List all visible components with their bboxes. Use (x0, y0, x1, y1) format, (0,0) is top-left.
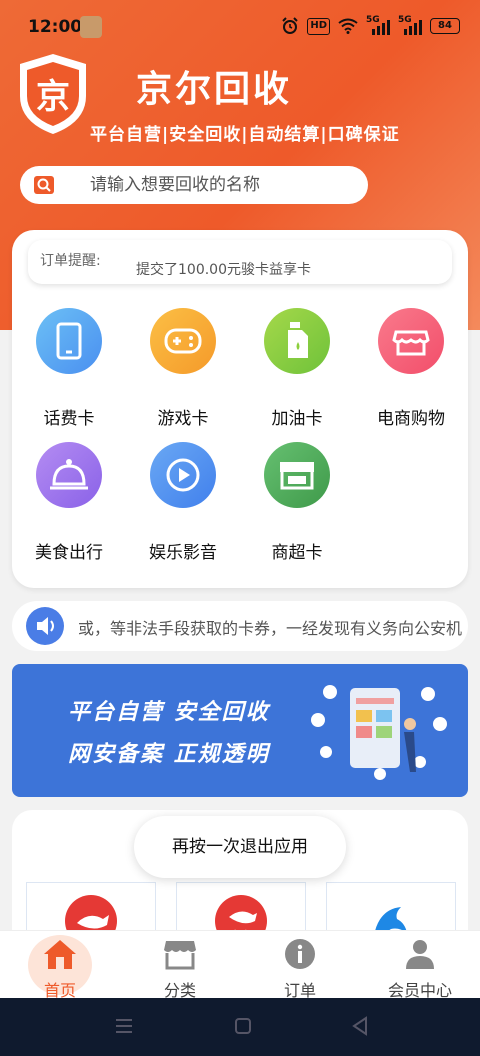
app-title: 京尔回收 (136, 69, 293, 110)
alarm-icon (282, 17, 299, 34)
notice-scroll-text: 或，等非法手段获取的卡券，一经发现有义务向公安机 (78, 619, 463, 638)
category-label: 电商购物 (377, 409, 445, 429)
category-item-fuel-card[interactable]: 加油卡 (240, 308, 350, 429)
wifi-icon (338, 18, 358, 34)
user-icon (406, 940, 434, 969)
category-item-game-card[interactable]: 游戏卡 (126, 308, 236, 429)
slogan: 平台自营|安全回收|自动结算|口碑保证 (90, 125, 400, 145)
signal-5g-icon: 5G (366, 15, 390, 35)
food-cloche-icon (36, 442, 102, 508)
banner-illustration (311, 685, 447, 780)
category-item-entertainment[interactable]: 娱乐影音 (126, 442, 236, 563)
system-navigation-bar (0, 998, 480, 1056)
speaker-icon (26, 607, 64, 645)
gamepad-icon (150, 308, 216, 374)
banner-line-1: 平台自营 安全回收 (68, 699, 270, 725)
hd-icon: HD (307, 17, 330, 35)
menu-icon[interactable] (114, 1018, 134, 1034)
play-icon (150, 442, 216, 508)
category-label: 加油卡 (271, 409, 323, 429)
fuel-can-icon (264, 308, 330, 374)
search-bar[interactable] (20, 166, 368, 204)
battery-icon: 84 (430, 18, 460, 34)
tab-category[interactable]: 分类 (120, 931, 240, 1000)
store-icon (264, 442, 330, 508)
tab-home[interactable]: 首页 (0, 931, 120, 1000)
home-button-icon[interactable] (234, 1017, 252, 1035)
search-icon (34, 176, 54, 194)
notice-label: 订单提醒: (40, 253, 101, 269)
notice-text: 提交了100.00元骏卡益享卡 (136, 262, 311, 278)
category-item-ecommerce[interactable]: 电商购物 (354, 308, 464, 429)
back-icon[interactable] (350, 1016, 370, 1036)
search-input[interactable] (90, 166, 360, 204)
category-label: 美食出行 (35, 543, 103, 563)
category-card: 订单提醒: 提交了100.00元骏卡益享卡 话费卡 游戏卡 加油卡 电商购物 美… (12, 230, 468, 588)
store-icon (164, 941, 196, 970)
category-item-food-travel[interactable]: 美食出行 (12, 442, 122, 563)
status-icons: HD 5G 5G 84 (281, 15, 460, 35)
home-icon (44, 940, 76, 969)
category-label: 娱乐影音 (149, 543, 217, 563)
status-time: 12:00 (28, 17, 83, 37)
signal-5g-icon-2: 5G (398, 15, 422, 35)
notification-avatar-icon (80, 16, 102, 38)
shop-icon (378, 308, 444, 374)
logo-shield-icon: 京 (20, 54, 86, 134)
phone-icon (36, 308, 102, 374)
tab-member-center[interactable]: 会员中心 (360, 931, 480, 1000)
promo-banner[interactable]: 平台自营 安全回收 网安备案 正规透明 (12, 664, 468, 797)
order-notice: 订单提醒: 提交了100.00元骏卡益享卡 (28, 240, 452, 284)
info-icon (285, 939, 315, 969)
bottom-tab-bar: 首页 分类 订单 会员中心 (0, 930, 480, 1000)
exit-toast: 再按一次退出应用 (134, 816, 346, 878)
category-label: 商超卡 (271, 543, 323, 563)
category-item-supermarket[interactable]: 商超卡 (240, 442, 350, 563)
category-label: 游戏卡 (157, 409, 209, 429)
scrolling-notice: 或，等非法手段获取的卡券，一经发现有义务向公安机 (12, 601, 468, 651)
category-item-phone-card[interactable]: 话费卡 (12, 308, 122, 429)
banner-line-2: 网安备案 正规透明 (68, 741, 270, 767)
category-label: 话费卡 (43, 409, 95, 429)
tab-orders[interactable]: 订单 (240, 931, 360, 1000)
status-bar: 12:00 HD 5G 5G 84 (0, 0, 480, 52)
logo-char: 京 (36, 77, 70, 117)
